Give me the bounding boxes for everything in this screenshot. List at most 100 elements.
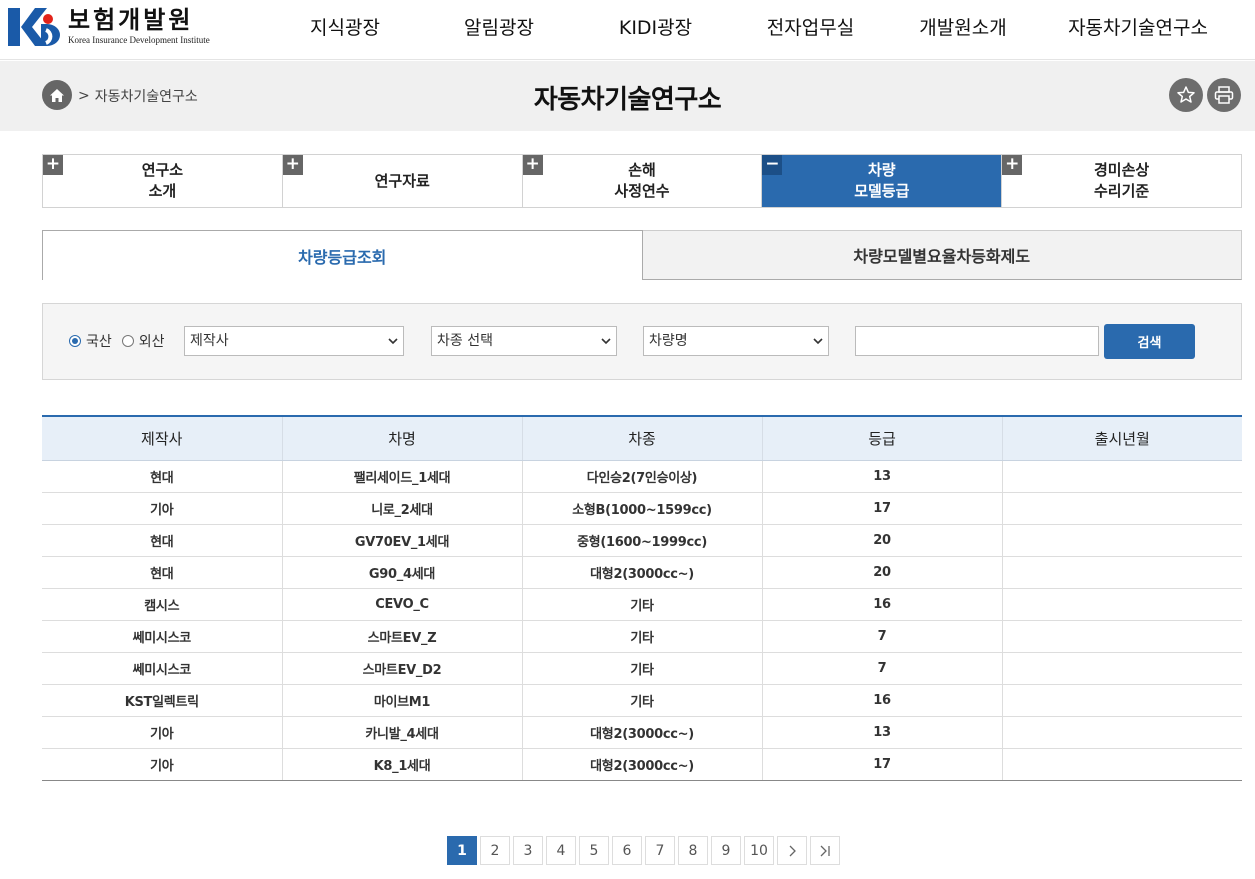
home-icon: [50, 88, 64, 102]
grade-table: 제작사 차명 차종 등급 출시년월 현대 팰리세이드_1세대 다인승2(7인승이상)…: [42, 415, 1242, 781]
cell-type: 대형2(3000cc~): [522, 716, 763, 749]
radio-domestic[interactable]: [69, 335, 81, 347]
cell-grade: 17: [762, 748, 1003, 781]
submenu-loss-adjust-training[interactable]: + 손해 사정연수: [522, 155, 763, 207]
last-page-button[interactable]: [810, 836, 840, 865]
cell-maker: 현대: [42, 524, 283, 557]
cell-model: G90_4세대: [282, 556, 523, 589]
cell-grade: 13: [762, 716, 1003, 749]
nav-about[interactable]: 개발원소개: [888, 0, 1038, 58]
logo-english-text: Korea Insurance Development Institute: [68, 35, 210, 45]
site-header: 보험개발원 Korea Insurance Development Instit…: [0, 0, 1255, 60]
cell-maker: 현대: [42, 556, 283, 589]
cell-release: [1002, 556, 1242, 589]
cell-model: 마이브M1: [282, 684, 523, 717]
keyword-input[interactable]: [855, 326, 1099, 356]
breadcrumb: > 자동차기술연구소: [78, 86, 198, 106]
kidi-logo-mark-icon: [8, 8, 60, 46]
page-9[interactable]: 9: [711, 836, 741, 865]
cell-maker: 현대: [42, 460, 283, 493]
radio-import[interactable]: [121, 335, 134, 347]
table-row[interactable]: 쎄미시스코 스마트EV_Z 기타 7: [42, 620, 1242, 653]
vehicle-model-select-value: 차량명: [649, 333, 688, 349]
page-2[interactable]: 2: [480, 836, 510, 865]
table-row[interactable]: 쎄미시스코 스마트EV_D2 기타 7: [42, 652, 1242, 685]
page-5[interactable]: 5: [579, 836, 609, 865]
kidi-logo[interactable]: 보험개발원 Korea Insurance Development Instit…: [8, 6, 210, 48]
cell-type: 대형2(3000cc~): [522, 556, 763, 589]
table-row[interactable]: KST일렉트릭 마이브M1 기타 16: [42, 684, 1242, 717]
table-row[interactable]: 캠시스 CEVO_C 기타 16: [42, 588, 1242, 621]
radio-import-label[interactable]: 외산: [139, 331, 165, 351]
cell-grade: 7: [762, 620, 1003, 653]
table-row[interactable]: 기아 K8_1세대 대형2(3000cc~) 17: [42, 748, 1242, 781]
cell-grade: 7: [762, 652, 1003, 685]
chevron-right-icon: [789, 845, 796, 856]
submenu-research-data[interactable]: + 연구자료: [282, 155, 523, 207]
print-button[interactable]: [1207, 78, 1241, 112]
plus-icon[interactable]: +: [1002, 155, 1023, 175]
vehicle-type-select[interactable]: 차종 선택: [431, 326, 617, 356]
page-1[interactable]: 1: [447, 836, 477, 865]
radio-domestic-label[interactable]: 국산: [86, 331, 112, 351]
cell-type: 대형2(3000cc~): [522, 748, 763, 781]
nav-kidi-square[interactable]: KIDI광장: [578, 0, 733, 58]
maker-select[interactable]: 제작사: [184, 326, 404, 356]
submenu-label: 경미손상 수리기준: [1093, 161, 1150, 200]
cell-model: CEVO_C: [282, 588, 523, 621]
submenu-institute-intro[interactable]: + 연구소 소개: [43, 155, 283, 207]
submenu-label: 손해 사정연수: [614, 161, 670, 200]
plus-icon[interactable]: +: [522, 155, 543, 175]
next-page-button[interactable]: [777, 836, 807, 865]
table-row[interactable]: 기아 니로_2세대 소형B(1000~1599cc) 17: [42, 492, 1242, 525]
plus-icon[interactable]: +: [282, 155, 303, 175]
table-row[interactable]: 현대 G90_4세대 대형2(3000cc~) 20: [42, 556, 1242, 589]
nav-e-office[interactable]: 전자업무실: [733, 0, 888, 58]
cell-maker: 기아: [42, 492, 283, 525]
pagination: 1 2 3 4 5 6 7 8 9 10: [447, 836, 840, 865]
star-icon: [1177, 86, 1195, 103]
breadcrumb-separator-icon: >: [78, 88, 90, 104]
page-8[interactable]: 8: [678, 836, 708, 865]
table-row[interactable]: 현대 GV70EV_1세대 중형(1600~1999cc) 20: [42, 524, 1242, 557]
breadcrumb-current[interactable]: 자동차기술연구소: [95, 86, 198, 106]
cell-maker: 쎄미시스코: [42, 652, 283, 685]
table-row[interactable]: 기아 카니발_4세대 대형2(3000cc~) 13: [42, 716, 1242, 749]
page-7[interactable]: 7: [645, 836, 675, 865]
cell-type: 기타: [522, 652, 763, 685]
cell-grade: 16: [762, 684, 1003, 717]
cell-release: [1002, 620, 1242, 653]
chevron-down-icon: [388, 338, 398, 345]
cell-model: K8_1세대: [282, 748, 523, 781]
page-10[interactable]: 10: [744, 836, 774, 865]
cell-model: GV70EV_1세대: [282, 524, 523, 557]
tab-grade-lookup[interactable]: 차량등급조회: [42, 230, 643, 280]
submenu-label: 연구소 소개: [141, 161, 184, 200]
plus-icon[interactable]: +: [43, 155, 63, 175]
logo-korean-text: 보험개발원: [68, 6, 194, 34]
nav-notice[interactable]: 알림광장: [420, 0, 578, 58]
submenu-vehicle-model-grade[interactable]: − 차량 모델등급: [762, 155, 1003, 207]
col-header-model-name: 차명: [282, 415, 523, 461]
page-4[interactable]: 4: [546, 836, 576, 865]
submenu-label: 차량 모델등급: [854, 161, 910, 200]
origin-radio-group: 국산 외산: [69, 331, 175, 351]
tab-rate-differentiation[interactable]: 차량모델별요율차등화제도: [642, 230, 1242, 280]
page-3[interactable]: 3: [513, 836, 543, 865]
cell-release: [1002, 684, 1242, 717]
table-row[interactable]: 현대 팰리세이드_1세대 다인승2(7인승이상) 13: [42, 460, 1242, 493]
submenu-minor-damage-standard[interactable]: + 경미손상 수리기준: [1002, 155, 1241, 207]
search-panel: 국산 외산 제작사 차종 선택 차량명 검색: [42, 303, 1242, 380]
nav-auto-research[interactable]: 자동차기술연구소: [1038, 0, 1238, 58]
global-nav: 지식광장 알림광장 KIDI광장 전자업무실 개발원소개 자동차기술연구소: [270, 0, 1238, 58]
home-button[interactable]: [42, 80, 72, 110]
favorite-button[interactable]: [1169, 78, 1203, 112]
search-button[interactable]: 검색: [1104, 324, 1195, 359]
submenu-label: 연구자료: [374, 171, 430, 190]
minus-icon[interactable]: −: [762, 155, 783, 175]
nav-knowledge[interactable]: 지식광장: [270, 0, 420, 58]
table-header-row: 제작사 차명 차종 등급 출시년월: [42, 415, 1242, 461]
page-6[interactable]: 6: [612, 836, 642, 865]
vehicle-model-select[interactable]: 차량명: [643, 326, 829, 356]
cell-type: 기타: [522, 620, 763, 653]
